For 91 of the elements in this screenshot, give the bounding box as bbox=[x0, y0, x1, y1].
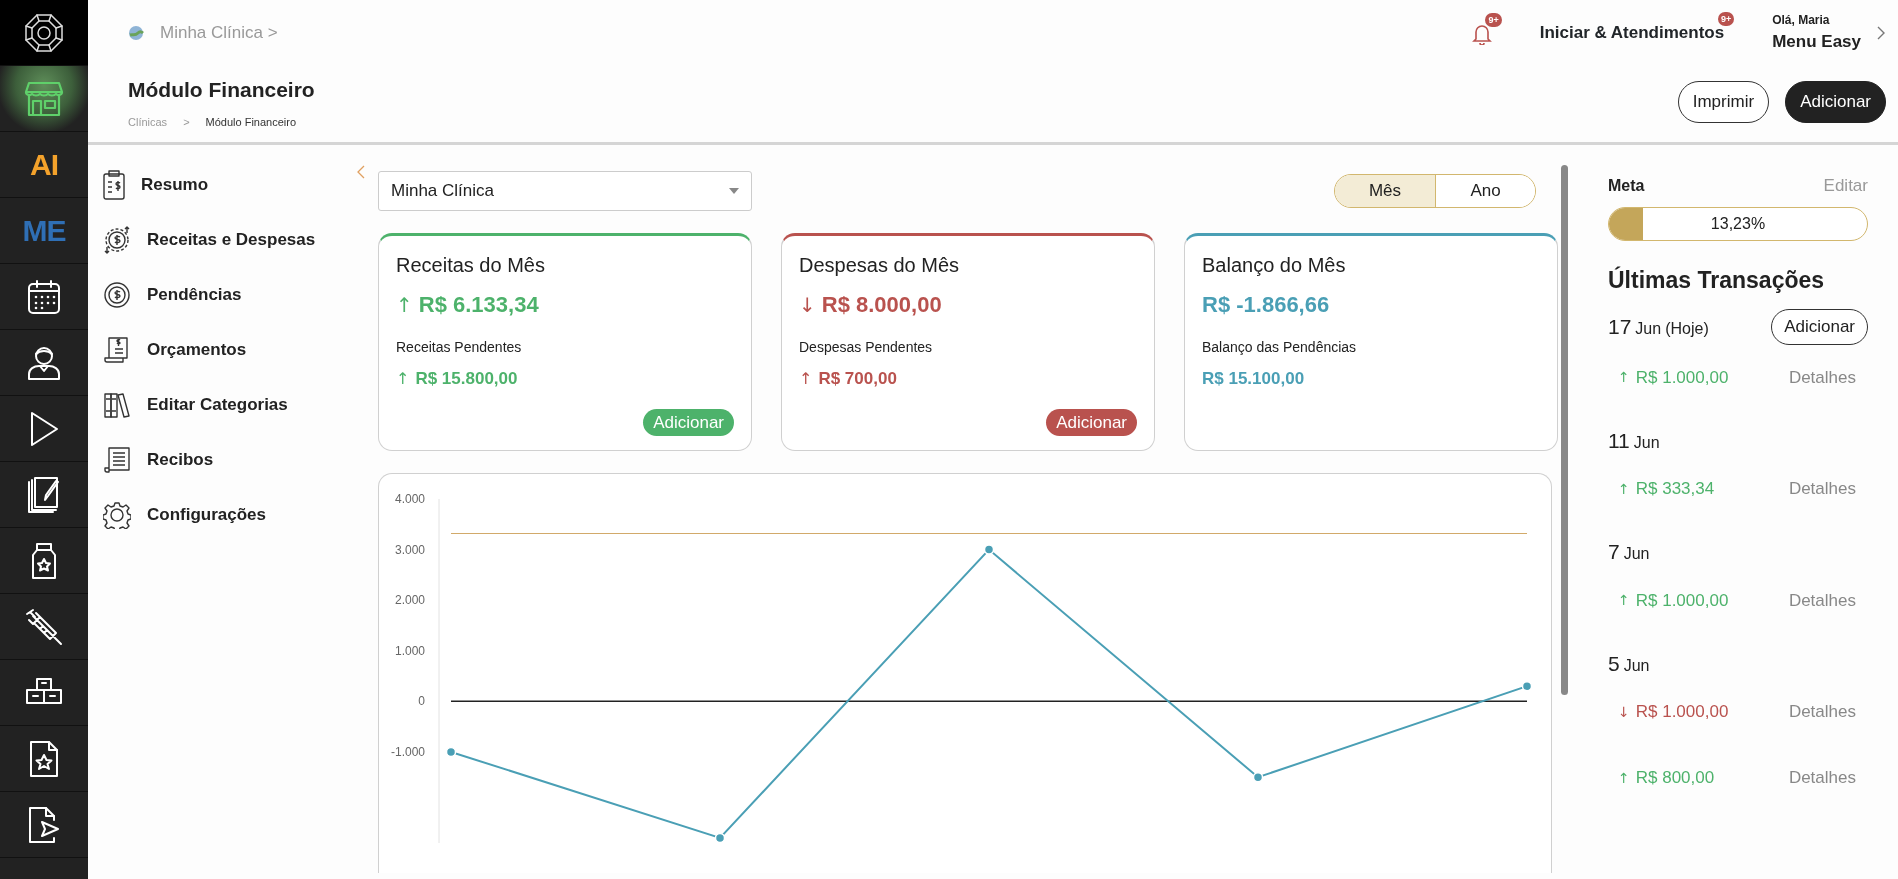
card-title: Despesas do Mês bbox=[799, 253, 961, 278]
arrow-glyph: ↑ bbox=[396, 291, 413, 319]
breadcrumb-separator: > bbox=[183, 114, 190, 130]
coin-cycle-icon bbox=[103, 224, 131, 255]
sidebar-item[interactable]: AI bbox=[0, 132, 88, 198]
data-point bbox=[1252, 772, 1264, 783]
arrow-glyph: ↑ bbox=[396, 367, 410, 390]
menu-item[interactable]: Resumo bbox=[103, 157, 365, 212]
data-point bbox=[445, 746, 457, 758]
page-title: Módulo Financeiro bbox=[128, 77, 315, 103]
calendar-icon bbox=[27, 278, 61, 315]
data-point bbox=[1521, 680, 1533, 692]
app-shortcut-label: AI bbox=[30, 147, 58, 183]
print-button[interactable]: Imprimir bbox=[1677, 81, 1770, 123]
date-heading: 11 Jun bbox=[1608, 427, 1660, 454]
pending-label: Despesas Pendentes bbox=[799, 338, 934, 357]
chevron-right-icon[interactable] bbox=[1877, 26, 1886, 40]
goal-label: Meta bbox=[1608, 175, 1645, 196]
coin-icon bbox=[103, 280, 131, 309]
pending-amount: R$ 700,00 bbox=[818, 368, 897, 390]
section-title: Últimas Transações bbox=[1608, 265, 1826, 295]
add-button[interactable]: Adicionar bbox=[1785, 81, 1886, 123]
arrow-glyph: ↑ bbox=[1618, 479, 1630, 499]
clipboard-dollar-icon bbox=[103, 169, 125, 200]
axis-tick-label: 0 bbox=[418, 694, 425, 709]
transaction-amount: R$ 1.000,00 bbox=[1635, 366, 1729, 389]
amount-text: R$ 8.000,00 bbox=[821, 291, 942, 319]
globe-icon bbox=[128, 25, 144, 41]
date-heading: 7 Jun bbox=[1608, 539, 1650, 565]
notification-count: 9+ bbox=[1485, 13, 1502, 28]
arrow-glyph: ↑ bbox=[1618, 591, 1630, 610]
transaction-amount: R$ 800,00 bbox=[1635, 767, 1715, 790]
scrollbar[interactable] bbox=[1561, 165, 1568, 695]
axis-tick-label: 4.000 bbox=[394, 492, 425, 506]
app-shortcut-label: ME bbox=[22, 213, 66, 249]
menu-item[interactable]: Pendências bbox=[103, 267, 365, 322]
document-send-icon bbox=[28, 805, 60, 844]
books-icon bbox=[103, 390, 131, 419]
menu-item[interactable]: Receitas e Despesas bbox=[103, 212, 365, 267]
person-icon bbox=[27, 344, 61, 381]
menu-item[interactable]: Orçamentos bbox=[103, 322, 365, 377]
notes-icon bbox=[27, 475, 61, 514]
transaction-amount: R$ 333,34 bbox=[1635, 478, 1715, 501]
card-title: Receitas do Mês bbox=[396, 253, 546, 278]
receipt-list-icon bbox=[103, 445, 131, 474]
amount-text: R$ 6.133,34 bbox=[418, 291, 539, 319]
axis-tick-label: 2.000 bbox=[394, 593, 425, 608]
transaction-amount: R$ 1.000,00 bbox=[1635, 701, 1729, 724]
menu-item[interactable]: Recibos bbox=[103, 432, 365, 487]
play-icon bbox=[29, 410, 59, 447]
menu-item[interactable]: Configurações bbox=[103, 487, 365, 542]
arrow-glyph: ↑ bbox=[799, 367, 813, 390]
gear-icon bbox=[103, 500, 131, 529]
pending-amount: R$ 15.100,00 bbox=[1202, 368, 1305, 390]
dropdown-caret-icon bbox=[729, 188, 739, 194]
date-heading: 5 Jun bbox=[1608, 650, 1650, 677]
arrow-glyph: ↑ bbox=[1618, 768, 1630, 788]
clinic-dropdown[interactable]: Minha Clínica bbox=[378, 171, 752, 211]
progress-reading: 13,23% bbox=[1709, 213, 1767, 234]
receipt-dollar-icon bbox=[103, 335, 131, 364]
menu-item[interactable]: Editar Categorias bbox=[103, 377, 365, 432]
amount-text: R$ -1.866,66 bbox=[1202, 291, 1330, 319]
syringe-icon bbox=[25, 607, 63, 646]
add-button[interactable]: Adicionar bbox=[1771, 309, 1868, 345]
pending-label: Receitas Pendentes bbox=[396, 338, 523, 357]
logo-icon bbox=[24, 12, 64, 53]
pending-label: Balanço das Pendências bbox=[1202, 338, 1358, 357]
data-point bbox=[714, 832, 726, 844]
data-point bbox=[983, 544, 995, 555]
arrow-glyph: ↑ bbox=[1618, 368, 1630, 387]
period-toggle[interactable]: Mês bbox=[1335, 175, 1435, 207]
breadcrumb-current: Módulo Financeiro bbox=[205, 114, 297, 130]
bottle-icon bbox=[29, 541, 59, 580]
date-heading: 17 Jun (Hoje) bbox=[1608, 314, 1709, 340]
notification-count: 9+ bbox=[1717, 12, 1735, 27]
card-title: Balanço do Mês bbox=[1202, 253, 1347, 278]
greeting-text: Olá, Maria bbox=[1772, 12, 1831, 30]
document-star-icon bbox=[29, 739, 59, 778]
axis-tick-label: 1.000 bbox=[394, 643, 425, 658]
period-toggle[interactable]: Ano bbox=[1435, 175, 1535, 207]
transaction-amount: R$ 1.000,00 bbox=[1635, 589, 1729, 612]
pending-amount: R$ 15.800,00 bbox=[415, 368, 518, 390]
store-icon bbox=[24, 80, 64, 117]
sidebar-item[interactable] bbox=[0, 66, 88, 132]
add-button[interactable]: Adicionar bbox=[1046, 408, 1137, 436]
axis-tick-label: 3.000 bbox=[394, 542, 425, 557]
axis-tick-label: -1.000 bbox=[390, 744, 425, 759]
arrow-glyph: ↓ bbox=[799, 291, 816, 319]
user-menu-label[interactable]: Menu Easy bbox=[1772, 29, 1861, 55]
arrow-glyph: ↓ bbox=[1618, 702, 1630, 722]
notification-bell-icon[interactable] bbox=[1471, 22, 1492, 45]
